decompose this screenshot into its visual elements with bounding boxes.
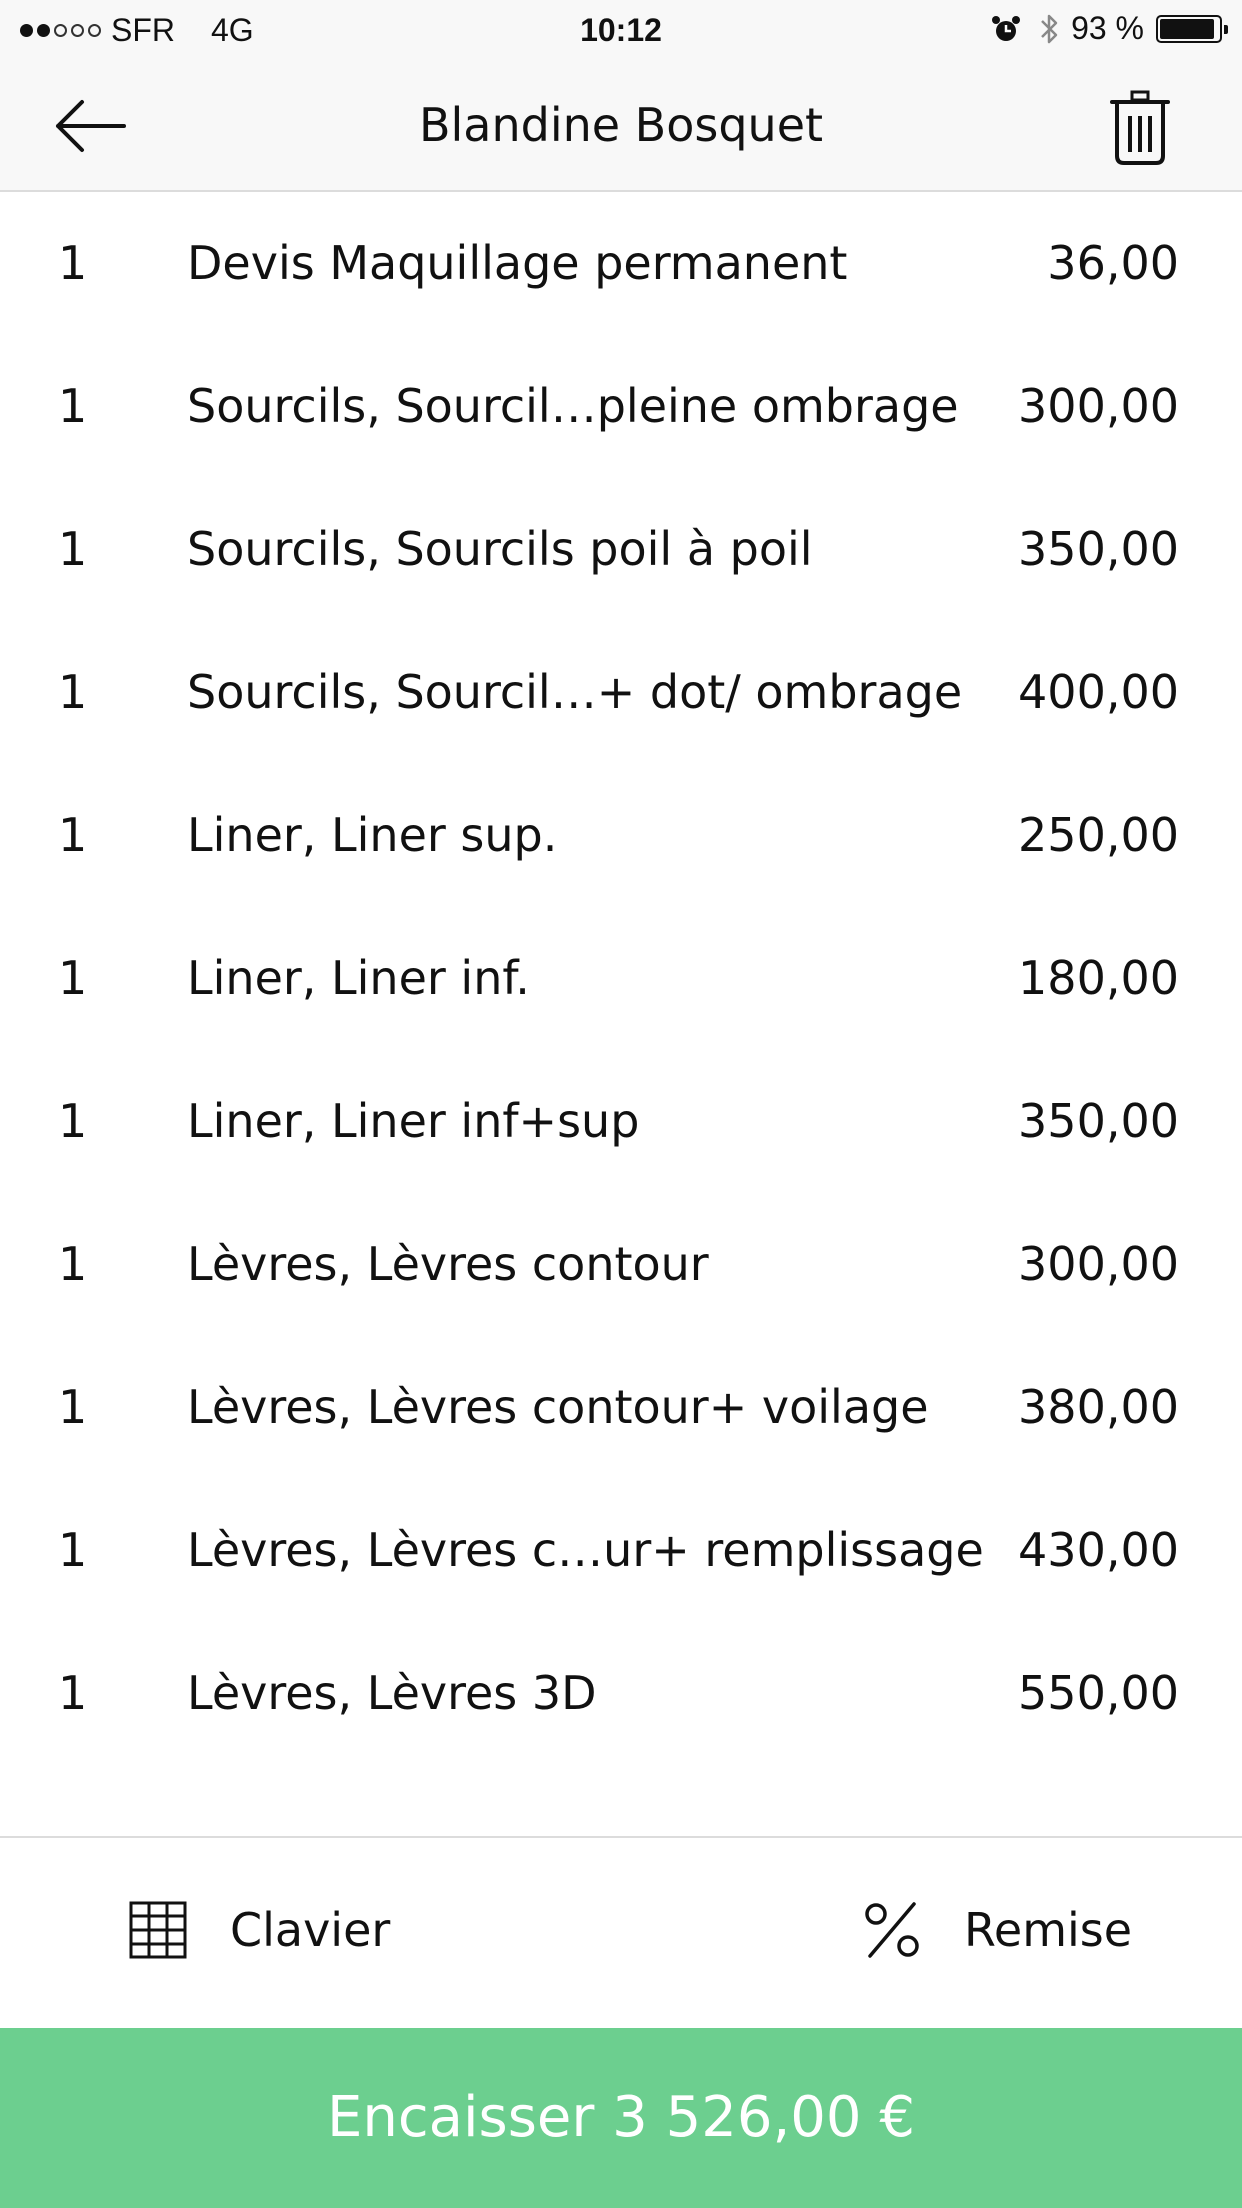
item-quantity: 1 xyxy=(58,1523,88,1577)
item-price: 300,00 xyxy=(1018,379,1179,433)
status-right: 93 % xyxy=(991,10,1228,47)
item-quantity: 1 xyxy=(58,1380,88,1434)
grid-icon xyxy=(129,1901,187,1959)
item-name: Liner, Liner inf+sup xyxy=(187,1094,640,1148)
item-price: 300,00 xyxy=(1018,1237,1179,1291)
item-quantity: 1 xyxy=(58,808,88,862)
battery-percent: 93 % xyxy=(1071,10,1144,46)
battery-tip xyxy=(1224,24,1228,34)
item-price: 36,00 xyxy=(1047,236,1179,290)
item-price: 350,00 xyxy=(1018,522,1179,576)
battery-level xyxy=(1160,18,1214,39)
trash-icon xyxy=(1110,90,1170,165)
bluetooth-icon xyxy=(1041,14,1058,43)
page-title: Blandine Bosquet xyxy=(418,98,824,152)
item-price: 180,00 xyxy=(1018,951,1179,1005)
list-item[interactable]: 1 Devis Maquillage permanent 36,00 xyxy=(0,192,1242,335)
item-price: 400,00 xyxy=(1018,665,1179,719)
item-price: 430,00 xyxy=(1018,1523,1179,1577)
list-item[interactable]: 1 Sourcils, Sourcils poil à poil 350,00 xyxy=(0,478,1242,621)
item-quantity: 1 xyxy=(58,665,88,719)
item-quantity: 1 xyxy=(58,1666,88,1720)
keyboard-label: Clavier xyxy=(230,1903,391,1957)
item-name: Liner, Liner inf. xyxy=(187,951,530,1005)
alarm-clock-icon xyxy=(992,15,1021,41)
item-name: Sourcils, Sourcils poil à poil xyxy=(187,522,813,576)
percent-icon xyxy=(865,1902,919,1958)
status-bar: SFR 4G 10:12 93 % xyxy=(0,0,1242,64)
checkout-button[interactable]: Encaisser 3 526,00 € xyxy=(0,2028,1242,2208)
list-item[interactable]: 1 Lèvres, Lèvres c…ur+ remplissage 430,0… xyxy=(0,1479,1242,1622)
actions-bar: Clavier Remise xyxy=(0,1836,1242,2028)
item-name: Lèvres, Lèvres 3D xyxy=(187,1666,597,1720)
item-name: Sourcils, Sourcil…+ dot/ ombrage xyxy=(187,665,963,719)
nav-bar: Blandine Bosquet xyxy=(0,64,1242,192)
item-name: Devis Maquillage permanent xyxy=(187,236,848,290)
list-item[interactable]: 1 Liner, Liner sup. 250,00 xyxy=(0,764,1242,907)
item-quantity: 1 xyxy=(58,1094,88,1148)
item-name: Sourcils, Sourcil…pleine ombrage xyxy=(187,379,959,433)
item-quantity: 1 xyxy=(58,951,88,1005)
discount-button[interactable]: Remise xyxy=(862,1900,1132,1960)
item-quantity: 1 xyxy=(58,236,88,290)
item-price: 550,00 xyxy=(1018,1666,1179,1720)
item-name: Lèvres, Lèvres c…ur+ remplissage xyxy=(187,1523,984,1577)
list-item[interactable]: 1 Lèvres, Lèvres contour+ voilage 380,00 xyxy=(0,1336,1242,1479)
item-name: Liner, Liner sup. xyxy=(187,808,558,862)
item-price: 350,00 xyxy=(1018,1094,1179,1148)
list-item[interactable]: 1 Sourcils, Sourcil…+ dot/ ombrage 400,0… xyxy=(0,621,1242,764)
list-item[interactable]: 1 Lèvres, Lèvres contour 300,00 xyxy=(0,1193,1242,1336)
battery-icon xyxy=(1156,14,1228,43)
list-item[interactable]: 1 Sourcils, Sourcil…pleine ombrage 300,0… xyxy=(0,335,1242,478)
item-quantity: 1 xyxy=(58,1237,88,1291)
item-list: 1 Devis Maquillage permanent 36,00 1 Sou… xyxy=(0,192,1242,1765)
list-item[interactable]: 1 Lèvres, Lèvres 3D 550,00 xyxy=(0,1622,1242,1765)
item-price: 250,00 xyxy=(1018,808,1179,862)
item-name: Lèvres, Lèvres contour+ voilage xyxy=(187,1380,929,1434)
list-item[interactable]: 1 Liner, Liner inf+sup 350,00 xyxy=(0,1050,1242,1193)
item-quantity: 1 xyxy=(58,522,88,576)
item-name: Lèvres, Lèvres contour xyxy=(187,1237,709,1291)
item-quantity: 1 xyxy=(58,379,88,433)
item-price: 380,00 xyxy=(1018,1380,1179,1434)
keyboard-button[interactable]: Clavier xyxy=(128,1900,390,1960)
discount-label: Remise xyxy=(964,1903,1133,1957)
delete-button[interactable] xyxy=(1110,90,1170,166)
list-item[interactable]: 1 Liner, Liner inf. 180,00 xyxy=(0,907,1242,1050)
